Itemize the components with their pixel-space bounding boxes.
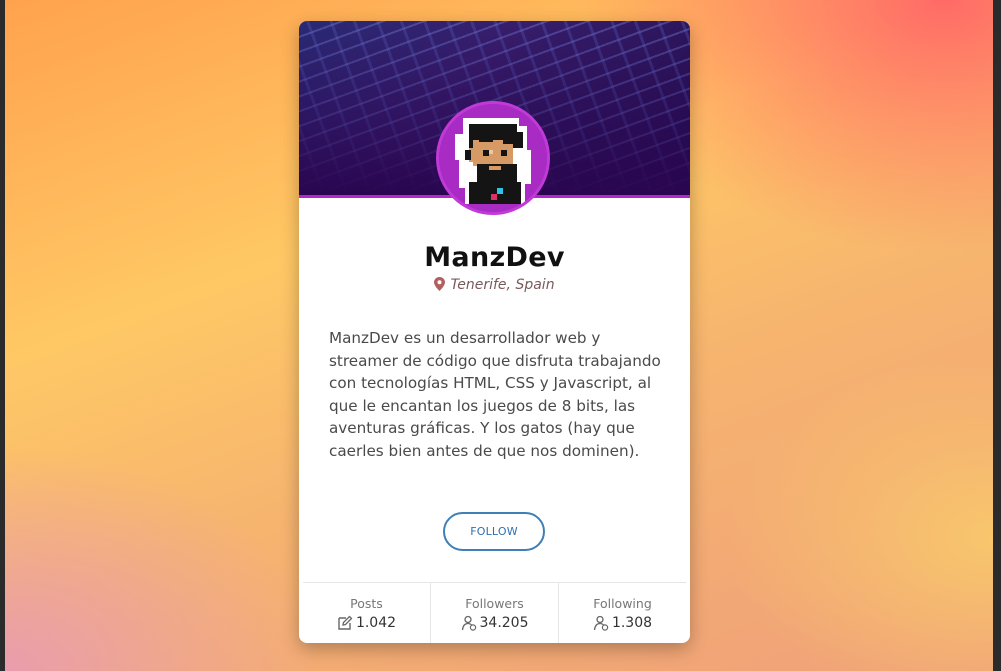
stat-value: 34.205: [479, 615, 529, 631]
user-icon: [461, 615, 477, 631]
edit-icon: [337, 615, 353, 631]
map-pin-icon: [434, 277, 446, 295]
profile-bio: ManzDev es un desarrollador web y stream…: [329, 329, 661, 460]
avatar-pixel-art: [439, 104, 547, 212]
stat-value: 1.308: [611, 615, 653, 631]
stat-label: Followers: [465, 596, 524, 611]
stat-label: Following: [593, 596, 652, 611]
stat-following[interactable]: Following 1.308: [558, 583, 686, 643]
profile-stats: Posts 1.042 Followers 34.205 Following 1…: [303, 582, 686, 643]
stat-label: Posts: [350, 596, 383, 611]
user-icon: [593, 615, 609, 631]
location-text: Tenerife, Spain: [450, 277, 555, 293]
profile-name: ManzDev: [424, 242, 565, 273]
stat-value: 1.042: [355, 615, 397, 631]
follow-button[interactable]: FOLLOW: [443, 512, 545, 551]
profile-location: Tenerife, Spain: [299, 277, 690, 295]
profile-card: ManzDev Tenerife, Spain ManzDev es un de…: [299, 21, 690, 643]
stat-posts[interactable]: Posts 1.042: [303, 583, 430, 643]
stat-followers[interactable]: Followers 34.205: [430, 583, 558, 643]
avatar: [436, 101, 550, 215]
